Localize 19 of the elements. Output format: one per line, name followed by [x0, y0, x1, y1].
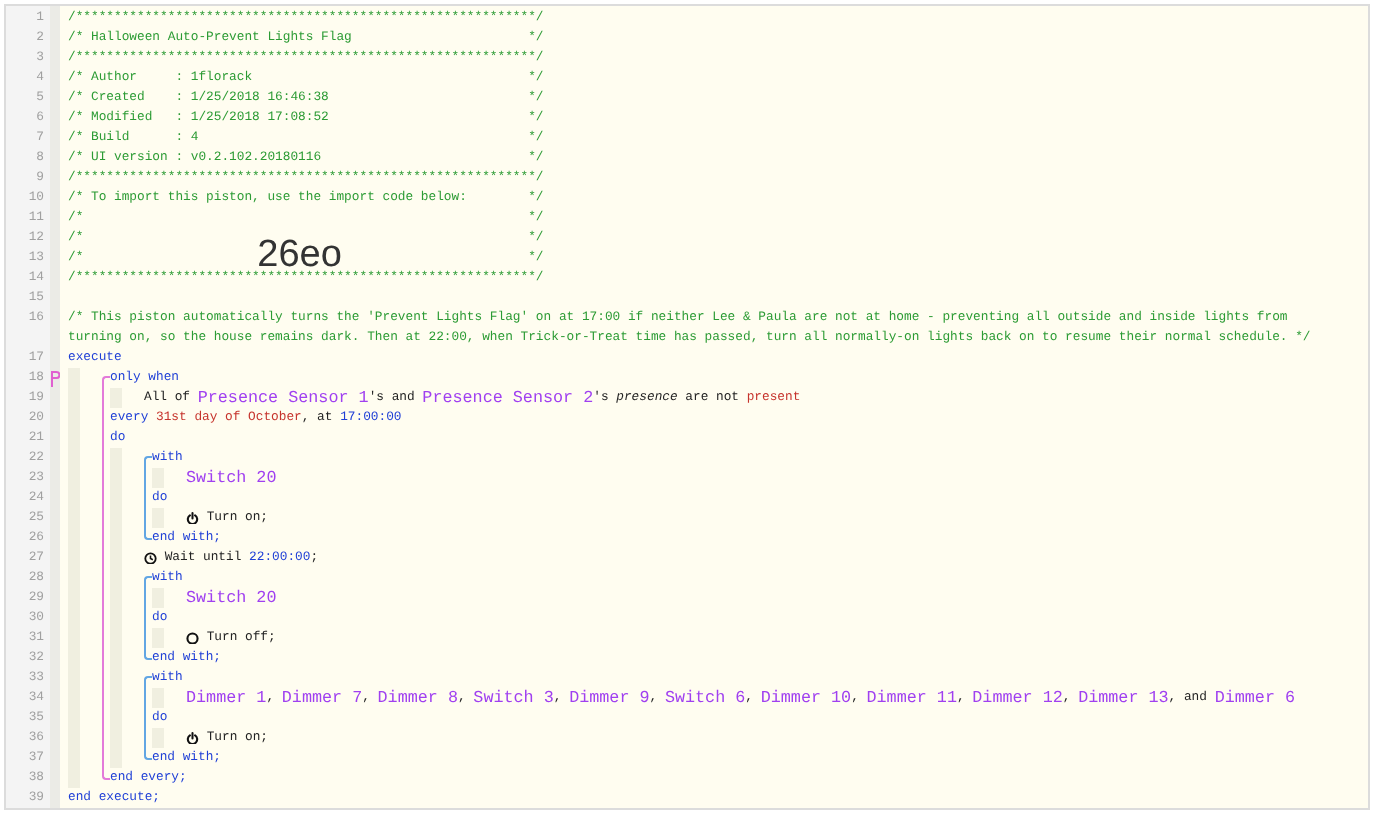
device-name: Dimmer 8: [377, 688, 458, 708]
device-name: Dimmer 12: [972, 688, 1063, 708]
device-name: Dimmer 7: [281, 688, 363, 708]
power-icon: [186, 511, 199, 525]
device-name: Dimmer 13: [1078, 688, 1169, 708]
device-name: Dimmer 10: [760, 688, 852, 708]
power-icon: [186, 731, 199, 745]
device-name: Dimmer 6: [1214, 688, 1296, 708]
device-name: Dimmer 9: [569, 688, 650, 708]
device-name: Switch 20: [186, 468, 277, 488]
device-name: Presence Sensor 2: [422, 388, 594, 408]
device-name: Switch 3: [473, 688, 554, 708]
device-name: Presence Sensor 1: [197, 388, 369, 408]
device-name: Switch 20: [186, 588, 277, 608]
clock-icon: [144, 551, 157, 565]
device-name: Dimmer 11: [866, 688, 957, 708]
device-name: Switch 6: [664, 688, 746, 708]
device-name: Dimmer 1: [186, 688, 267, 708]
circle-icon: [186, 631, 199, 645]
